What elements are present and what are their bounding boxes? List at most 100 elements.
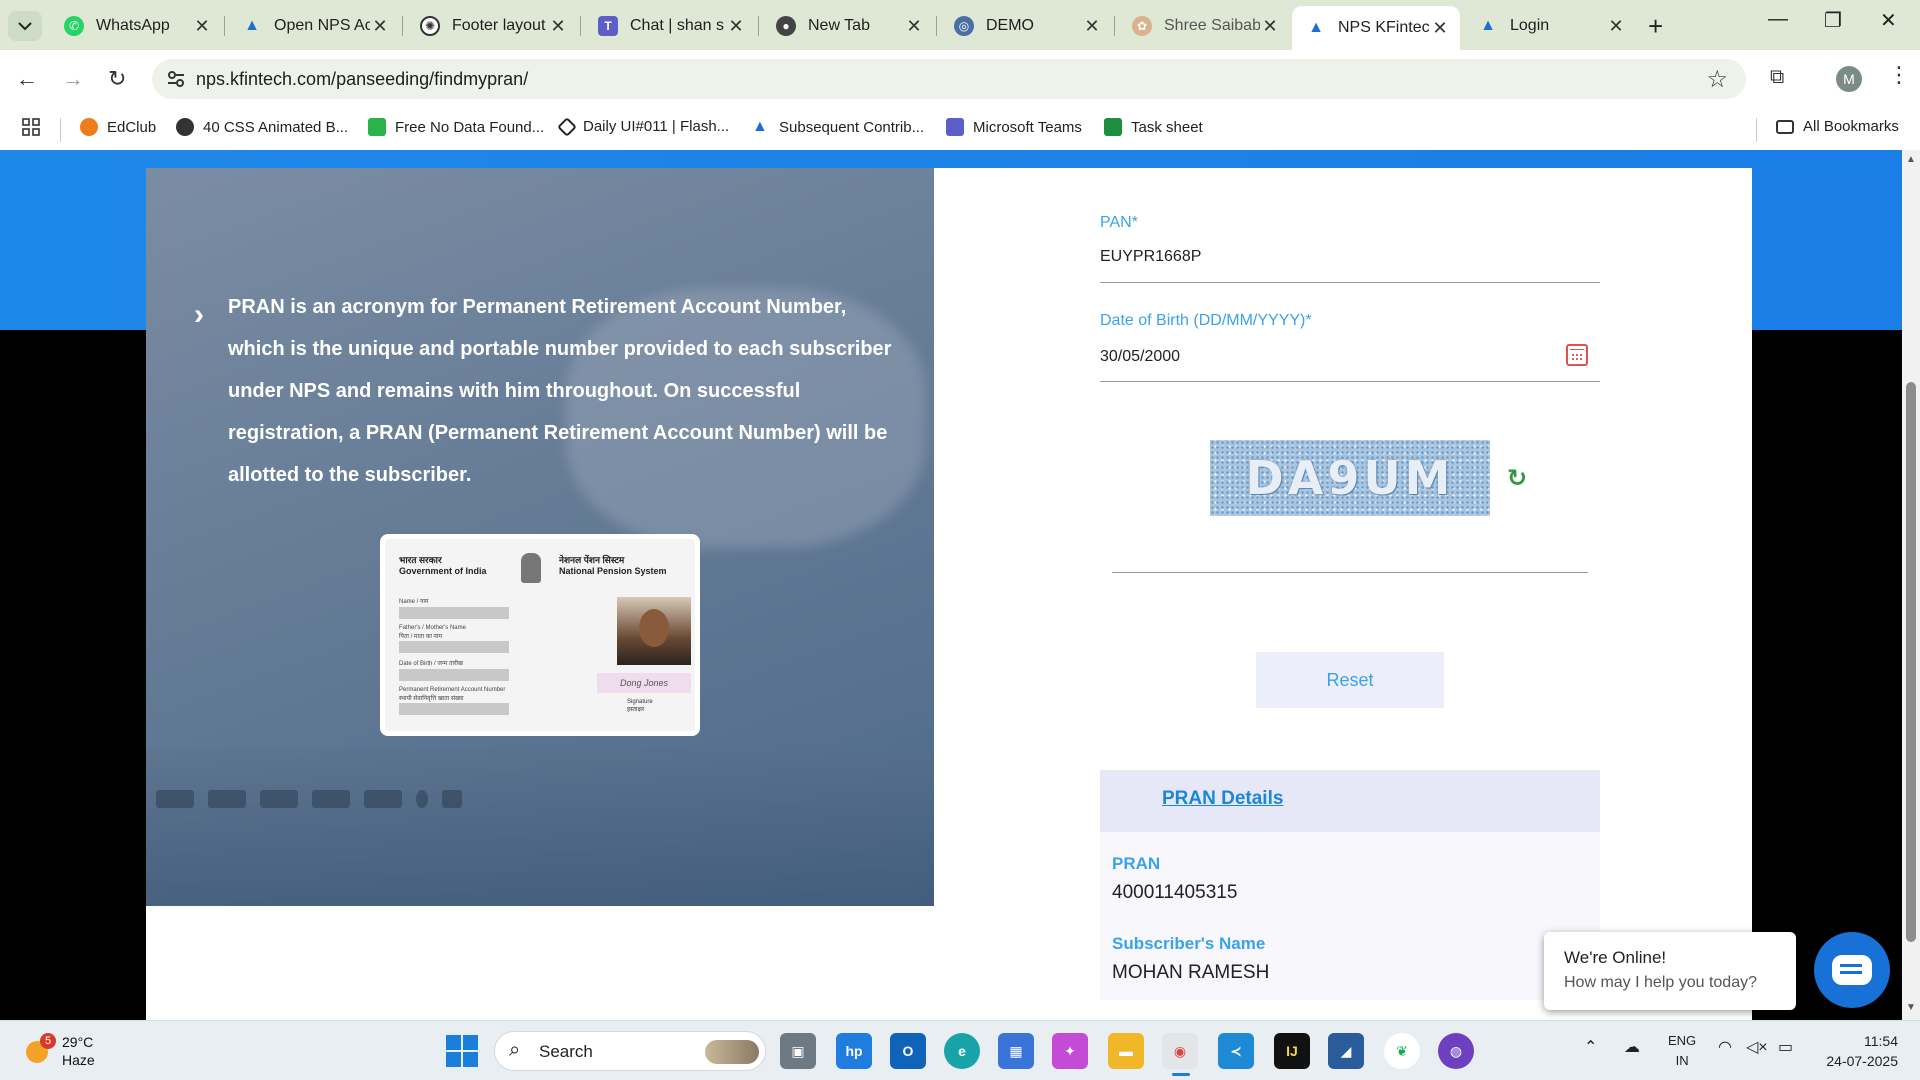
tab-login[interactable]: ▲ Login ✕ xyxy=(1464,6,1636,46)
system-clock[interactable]: 11:54 24-07-2025 xyxy=(1818,1031,1898,1071)
bookmark-css-animated[interactable]: 40 CSS Animated B... xyxy=(176,118,348,136)
refresh-captcha-icon[interactable]: ↻ xyxy=(1504,466,1530,492)
find-pran-card: › PRAN is an acronym for Permanent Retir… xyxy=(146,168,1752,1020)
wifi-icon[interactable]: ◠ xyxy=(1718,1037,1732,1057)
windows-start-icon[interactable] xyxy=(446,1035,478,1067)
bookmark-edclub[interactable]: EdClub xyxy=(80,118,156,136)
close-icon[interactable]: ✕ xyxy=(1260,16,1280,37)
chat-icon xyxy=(1832,955,1872,985)
show-hidden-icons[interactable]: ⌃ xyxy=(1584,1037,1597,1057)
extensions-icon[interactable]: ⧉ xyxy=(1770,66,1784,89)
pran-details-link[interactable]: PRAN Details xyxy=(1162,788,1283,810)
tab-new-tab[interactable]: ● New Tab ✕ xyxy=(762,6,934,46)
reset-button[interactable]: Reset xyxy=(1256,652,1444,708)
site-info-icon[interactable] xyxy=(166,69,186,89)
back-arrow-icon[interactable]: ← xyxy=(16,66,38,92)
dob-input[interactable]: 30/05/2000 xyxy=(1100,348,1180,366)
language-indicator[interactable]: ENG IN xyxy=(1668,1031,1696,1071)
tab-open-nps[interactable]: ▲ Open NPS Ac ✕ xyxy=(228,6,400,46)
intellij-icon[interactable]: IJ xyxy=(1274,1033,1310,1069)
close-icon[interactable]: ✕ xyxy=(192,16,212,37)
bookmark-star-icon[interactable]: ☆ xyxy=(1706,65,1728,94)
edge-icon[interactable]: e xyxy=(944,1033,980,1069)
chat-launcher-button[interactable] xyxy=(1814,932,1890,1008)
pan-label: PAN* xyxy=(1100,214,1138,231)
close-icon[interactable]: ✕ xyxy=(1606,16,1626,37)
mongodb-compass-icon[interactable]: ❦ xyxy=(1384,1033,1420,1069)
pencil-icon xyxy=(368,118,386,136)
subscriber-photo xyxy=(617,597,691,665)
address-bar[interactable]: nps.kfintech.com/panseeding/findmypran/ … xyxy=(152,59,1746,99)
chat-greeting[interactable]: We're Online! How may I help you today? xyxy=(1544,932,1796,1010)
pran-description: PRAN is an acronym for Permanent Retirem… xyxy=(228,296,892,486)
captcha-input[interactable] xyxy=(1112,572,1588,573)
close-icon[interactable]: ✕ xyxy=(1082,16,1102,37)
restore-icon[interactable]: ❐ xyxy=(1824,8,1842,33)
chevron-right-icon: › xyxy=(194,298,204,331)
close-window-icon[interactable]: ✕ xyxy=(1880,8,1897,33)
search-icon: ⌕ xyxy=(509,1039,521,1061)
menu-icon[interactable]: ⋮ xyxy=(1888,62,1910,88)
pran-details-panel: PRAN Details PRAN 400011405315 Subscribe… xyxy=(1100,770,1600,1000)
chatgpt-icon: ✺ xyxy=(420,16,440,36)
pan-input[interactable]: EUYPR1668P xyxy=(1100,248,1201,266)
tab-demo[interactable]: ◎ DEMO ✕ xyxy=(940,6,1112,46)
bookmark-daily-ui[interactable]: Daily UI#011 | Flash... xyxy=(557,116,729,137)
scroll-up-icon[interactable]: ▲ xyxy=(1906,154,1916,165)
reload-icon[interactable]: ↻ xyxy=(108,66,126,92)
bookmark-subsequent-contrib[interactable]: ▲ Subsequent Contrib... xyxy=(752,118,924,136)
tab-search-button[interactable] xyxy=(8,11,42,41)
notification-badge: 5 xyxy=(40,1033,56,1049)
scroll-thumb[interactable] xyxy=(1906,382,1916,942)
tab-nps-kfintech[interactable]: ▲ NPS KFintech ✕ xyxy=(1292,6,1460,50)
all-bookmarks-button[interactable]: All Bookmarks xyxy=(1776,118,1899,135)
store-icon[interactable]: ▦ xyxy=(998,1033,1034,1069)
chevron-down-icon xyxy=(18,22,32,31)
new-tab-button[interactable]: + xyxy=(1648,11,1663,42)
kfintech-icon: ▲ xyxy=(752,118,768,135)
onedrive-icon[interactable]: ☁ xyxy=(1624,1037,1640,1057)
task-view-icon[interactable]: ▣ xyxy=(780,1033,816,1069)
scroll-down-icon[interactable]: ▼ xyxy=(1906,1002,1916,1013)
github-desktop-icon[interactable]: ◍ xyxy=(1438,1033,1474,1069)
myhp-icon[interactable]: hp xyxy=(836,1033,872,1069)
bookmark-free-no-data[interactable]: Free No Data Found... xyxy=(368,118,544,136)
copilot-icon[interactable]: ✦ xyxy=(1052,1033,1088,1069)
dob-label: Date of Birth (DD/MM/YYYY)* xyxy=(1100,312,1312,329)
toolbar: ← → ↻ nps.kfintech.com/panseeding/findmy… xyxy=(0,50,1920,108)
url-text[interactable]: nps.kfintech.com/panseeding/findmypran/ xyxy=(196,69,528,90)
pran-label: PRAN xyxy=(1112,854,1161,873)
tab-strip: ✆ WhatsApp ✕ ▲ Open NPS Ac ✕ ✺ Footer la… xyxy=(0,0,1920,50)
volume-muted-icon[interactable]: ◁× xyxy=(1746,1037,1768,1057)
bookmark-task-sheet[interactable]: Task sheet xyxy=(1104,118,1203,136)
subscriber-name-value: MOHAN RAMESH xyxy=(1112,962,1270,983)
tab-shree-saibaba[interactable]: ✿ Shree Saibab ✕ xyxy=(1118,6,1290,46)
vscode-icon[interactable]: ≺ xyxy=(1218,1033,1254,1069)
temperature: 29°C xyxy=(62,1034,94,1050)
codepen-icon xyxy=(557,116,577,137)
taskbar-search[interactable]: ⌕ Search xyxy=(494,1031,766,1071)
close-icon[interactable]: ✕ xyxy=(904,16,924,37)
tab-whatsapp[interactable]: ✆ WhatsApp ✕ xyxy=(50,6,222,46)
tab-footer-layout[interactable]: ✺ Footer layout ✕ xyxy=(406,6,578,46)
kfintech-icon: ▲ xyxy=(244,17,260,34)
mysql-workbench-icon[interactable]: ◢ xyxy=(1328,1033,1364,1069)
page-viewport: › PRAN is an acronym for Permanent Retir… xyxy=(0,150,1902,1020)
close-icon[interactable]: ✕ xyxy=(1430,18,1450,39)
weather-widget[interactable]: 5 29°C Haze xyxy=(22,1033,95,1069)
apps-grid-icon[interactable] xyxy=(22,118,40,136)
chrome-icon[interactable]: ◉ xyxy=(1162,1033,1198,1069)
bookmark-microsoft-teams[interactable]: Microsoft Teams xyxy=(946,118,1082,136)
close-icon[interactable]: ✕ xyxy=(548,16,568,37)
forward-arrow-icon[interactable]: → xyxy=(62,66,84,92)
profile-avatar[interactable]: M xyxy=(1836,66,1862,92)
tab-teams-chat[interactable]: T Chat | shan s ✕ xyxy=(584,6,756,46)
close-icon[interactable]: ✕ xyxy=(370,16,390,37)
outlook-icon[interactable]: O xyxy=(890,1033,926,1069)
file-explorer-icon[interactable]: ▬ xyxy=(1108,1033,1144,1069)
battery-icon[interactable]: ▭ xyxy=(1778,1037,1793,1057)
minimize-icon[interactable]: — xyxy=(1768,8,1788,31)
page-scrollbar[interactable]: ▲ ▼ xyxy=(1902,150,1920,1020)
calendar-icon[interactable] xyxy=(1566,344,1588,366)
close-icon[interactable]: ✕ xyxy=(726,16,746,37)
